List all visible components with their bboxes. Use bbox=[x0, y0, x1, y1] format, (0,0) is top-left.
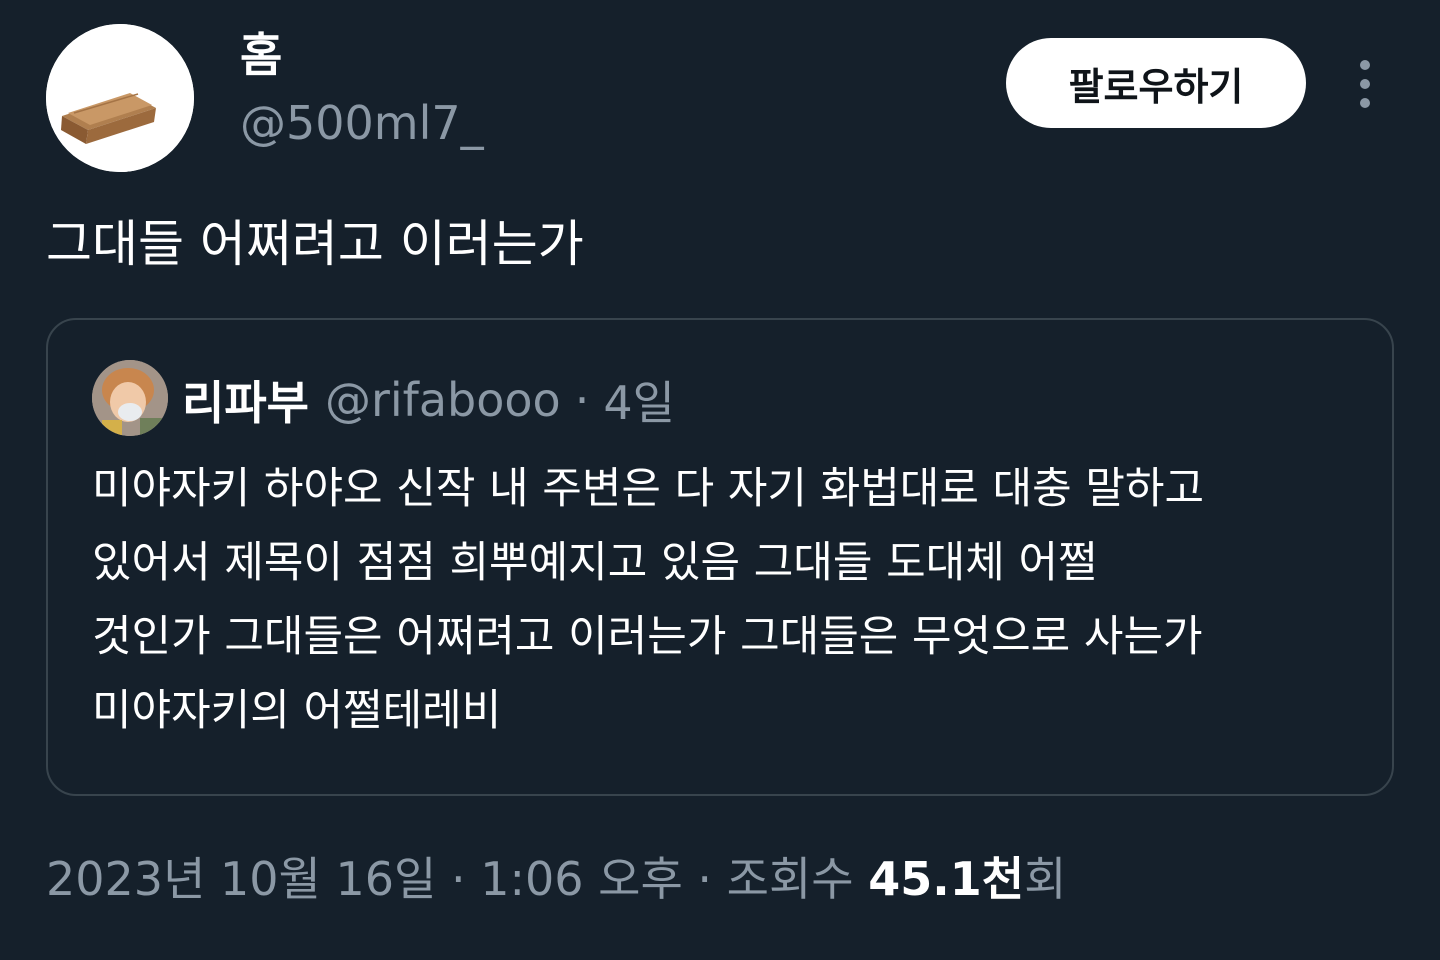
tweet-detail: 홈 @500ml7_ 팔로우하기 그대들 어쩌려고 이러는가 리파부 @rifa… bbox=[0, 0, 1440, 960]
coffin-icon bbox=[46, 24, 194, 172]
meta-separator: · bbox=[682, 852, 727, 906]
quote-author-handle[interactable]: @rifabooo bbox=[325, 373, 561, 427]
follow-button[interactable]: 팔로우하기 bbox=[1006, 38, 1306, 128]
views-label: 조회수 bbox=[726, 852, 869, 906]
quote-text: 미야자키 하야오 신작 내 주변은 다 자기 화법대로 대충 말하고 있어서 제… bbox=[92, 452, 1204, 748]
tweet-date[interactable]: 2023년 10월 16일 bbox=[46, 852, 436, 906]
more-dot bbox=[1360, 98, 1370, 108]
more-dot bbox=[1360, 79, 1370, 89]
quote-text-line: 것인가 그대들은 어쩌려고 이러는가 그대들은 무엇으로 사는가 bbox=[92, 612, 1203, 662]
quote-separator: · bbox=[574, 373, 590, 427]
quote-timestamp[interactable]: 4일 bbox=[603, 367, 675, 433]
quote-text-line: 미야자키 하야오 신작 내 주변은 다 자기 화법대로 대충 말하고 bbox=[92, 464, 1205, 514]
quote-header: 리파부 @rifabooo · 4일 bbox=[182, 362, 675, 438]
views-count: 45.1천 bbox=[868, 852, 1025, 906]
author-avatar[interactable] bbox=[46, 24, 194, 172]
tweet-time[interactable]: 1:06 오후 bbox=[480, 852, 683, 906]
quoted-tweet-card[interactable]: 리파부 @rifabooo · 4일 미야자키 하야오 신작 내 주변은 다 자… bbox=[46, 318, 1394, 796]
child-with-mask-avatar bbox=[92, 360, 168, 436]
meta-separator: · bbox=[436, 852, 481, 906]
tweet-meta: 2023년 10월 16일 · 1:06 오후 · 조회수 45.1천회 bbox=[46, 852, 1066, 907]
more-dot bbox=[1360, 60, 1370, 70]
quote-text-line: 미야자키의 어쩔테레비 bbox=[92, 686, 502, 736]
quote-text-line: 있어서 제목이 점점 희뿌예지고 있음 그대들 도대체 어쩔 bbox=[92, 538, 1098, 588]
views-suffix: 회 bbox=[1024, 852, 1067, 906]
quote-author-name[interactable]: 리파부 bbox=[182, 367, 309, 433]
author-display-name[interactable]: 홈 bbox=[240, 30, 282, 81]
author-handle[interactable]: @500ml7_ bbox=[240, 98, 484, 149]
more-vertical-icon[interactable] bbox=[1340, 54, 1390, 114]
quote-author-avatar[interactable] bbox=[92, 360, 168, 436]
tweet-text: 그대들 어쩌려고 이러는가 bbox=[46, 215, 584, 273]
